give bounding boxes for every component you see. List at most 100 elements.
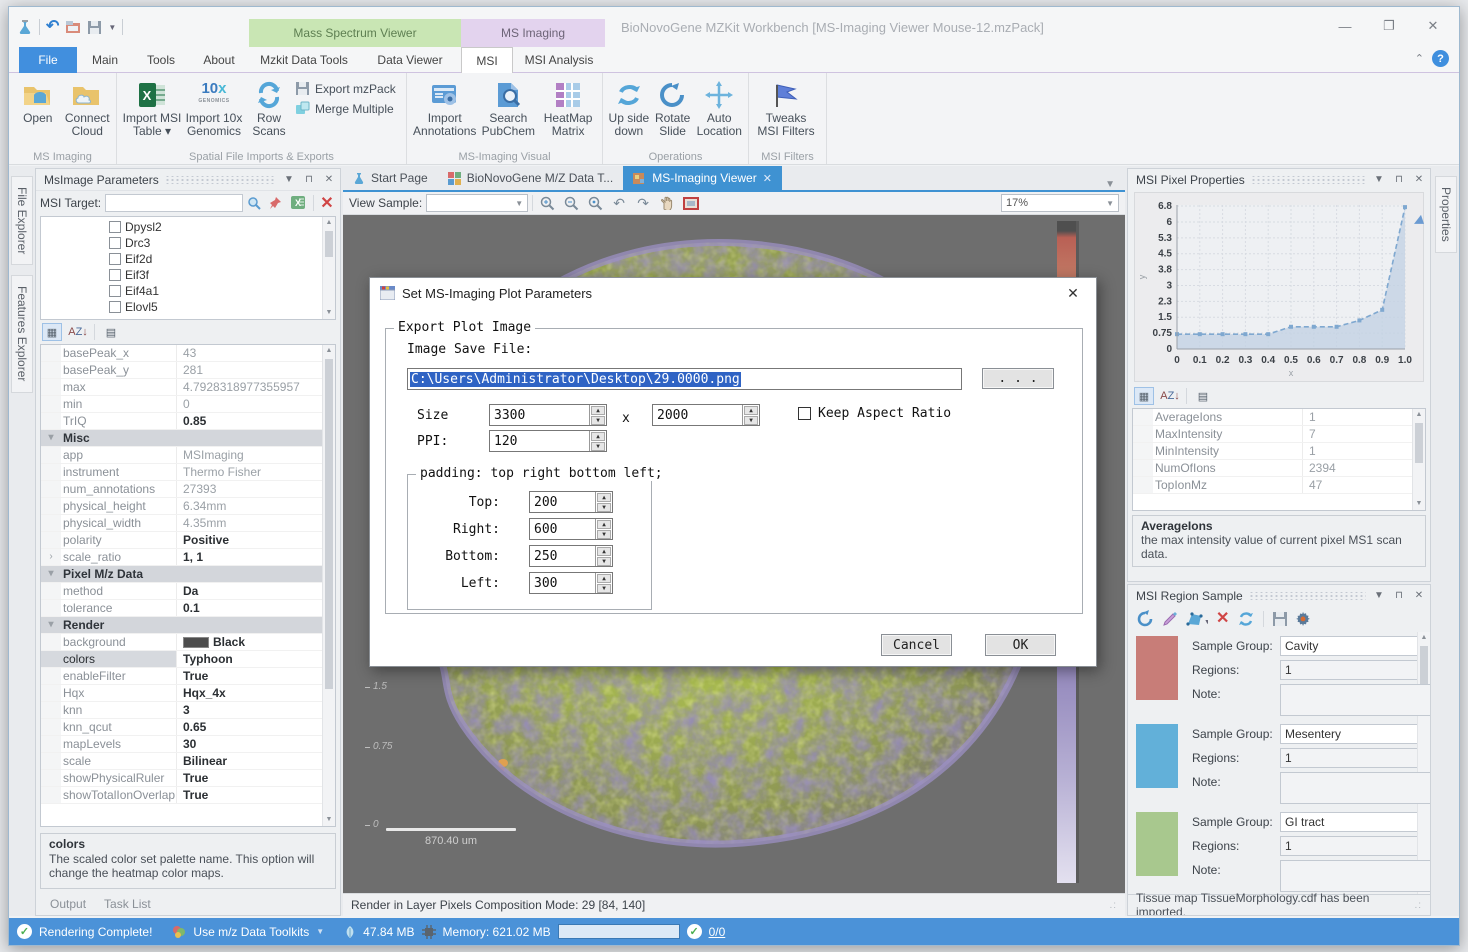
sample-group-input[interactable] — [1280, 724, 1430, 744]
property-row[interactable]: basePeak_y281 — [41, 362, 322, 379]
tab-list-dropdown-icon[interactable]: ▼ — [1095, 179, 1125, 190]
categorized-view-icon[interactable]: ▦ — [42, 323, 62, 341]
pad-top-spinner[interactable]: 200 ▲▼ — [529, 491, 613, 513]
property-row[interactable]: knn_qcut0.65 — [41, 719, 322, 736]
toolkit-label[interactable]: Use m/z Data Toolkits — [193, 925, 309, 939]
browse-button[interactable]: . . . — [982, 368, 1054, 389]
ok-button[interactable]: OK — [985, 634, 1056, 656]
property-row[interactable]: showPhysicalRulerTrue — [41, 770, 322, 787]
pin-icon[interactable]: ⊓ — [302, 174, 316, 185]
property-row[interactable]: polarityPositive — [41, 532, 322, 549]
property-row[interactable]: min0 — [41, 396, 322, 413]
collapse-ribbon-icon[interactable]: ⌃ — [1415, 52, 1424, 65]
redo-view-icon[interactable]: ↷ — [633, 194, 653, 212]
region-settings-gear-icon[interactable] — [1296, 611, 1312, 627]
open-button[interactable]: Open — [13, 75, 63, 125]
checkbox[interactable] — [109, 221, 121, 233]
sample-group-input[interactable] — [1280, 636, 1430, 656]
spin-down-icon[interactable]: ▼ — [597, 503, 611, 512]
clear-icon[interactable]: ✕ — [318, 193, 336, 213]
zoom-level-combo[interactable]: 17%▼ — [1001, 194, 1119, 212]
note-textarea[interactable]: ∧∨ — [1280, 772, 1430, 804]
property-category[interactable]: ▾Render — [41, 617, 322, 634]
checkbox[interactable] — [109, 253, 121, 265]
msi-target-input[interactable] — [105, 194, 243, 212]
zoom-out-icon[interactable] — [561, 194, 581, 212]
list-item[interactable]: Eif2d — [109, 251, 335, 267]
close-button[interactable]: ✕ — [1413, 13, 1453, 39]
property-row[interactable]: scaleBilinear — [41, 753, 322, 770]
help-button[interactable]: ? — [1432, 50, 1449, 67]
zoom-reset-icon[interactable] — [585, 194, 605, 212]
upside-down-button[interactable]: Up side down — [607, 75, 651, 138]
checkbox[interactable] — [109, 301, 121, 313]
property-row[interactable]: MinIntensity1 — [1133, 443, 1412, 460]
refresh-icon[interactable] — [1136, 610, 1154, 628]
spin-down-icon[interactable]: ▼ — [597, 530, 611, 539]
connect-cloud-button[interactable]: Connect Cloud — [63, 75, 113, 138]
checkbox[interactable] — [109, 269, 121, 281]
undo-icon[interactable]: ↶ — [46, 19, 59, 35]
tab-data-viewer[interactable]: Data Viewer — [359, 47, 461, 73]
close-panel-icon[interactable]: ✕ — [322, 174, 336, 185]
property-row[interactable]: tolerance0.1 — [41, 600, 322, 617]
import-annotations-button[interactable]: Import Annotations — [411, 75, 478, 138]
property-row[interactable]: max4.7928318977355957 — [41, 379, 322, 396]
resize-grip[interactable]: .: — [1109, 900, 1117, 911]
note-textarea[interactable]: ∧∨ — [1280, 860, 1430, 892]
spin-down-icon[interactable]: ▼ — [744, 416, 758, 425]
tab-tools[interactable]: Tools — [133, 47, 189, 73]
property-row[interactable]: TrIQ0.85 — [41, 413, 322, 430]
window-position-icon[interactable]: ▼ — [1372, 590, 1386, 601]
property-row[interactable]: knn3 — [41, 702, 322, 719]
region-color-swatch[interactable] — [1136, 812, 1178, 876]
search-icon[interactable] — [247, 196, 265, 210]
resize-grip[interactable]: .: — [1414, 900, 1422, 911]
property-row[interactable]: AverageIons1 — [1133, 409, 1412, 426]
pad-left-spinner[interactable]: 300 ▲▼ — [529, 572, 613, 594]
property-row[interactable]: num_annotations27393 — [41, 481, 322, 498]
property-row[interactable]: physical_height6.34mm — [41, 498, 322, 515]
pin-icon[interactable]: ⊓ — [1392, 174, 1406, 185]
save-icon[interactable] — [87, 20, 102, 35]
region-scrollbar[interactable]: ▲▼ — [1417, 632, 1430, 894]
dialog-close-icon[interactable]: ✕ — [1060, 285, 1086, 302]
checkbox[interactable] — [798, 407, 811, 420]
tasks-link[interactable]: 0/0 — [709, 925, 726, 939]
snapshot-icon[interactable] — [681, 194, 701, 212]
tab-main[interactable]: Main — [77, 47, 133, 73]
regions-input[interactable] — [1280, 660, 1430, 680]
size-width-spinner[interactable]: 3300 ▲▼ — [489, 404, 607, 426]
property-pages-icon[interactable]: ▤ — [101, 323, 121, 341]
property-row[interactable]: ›scale_ratio1, 1 — [41, 549, 322, 566]
sync-regions-icon[interactable] — [1237, 611, 1255, 627]
pad-right-spinner[interactable]: 600 ▲▼ — [529, 518, 613, 540]
list-item[interactable]: Eif3f — [109, 267, 335, 283]
tab-file[interactable]: File — [19, 47, 77, 73]
property-row[interactable]: instrumentThermo Fisher — [41, 464, 322, 481]
checkbox[interactable] — [109, 285, 121, 297]
regions-input[interactable] — [1280, 836, 1430, 856]
import-msi-table-button[interactable]: X Import MSI Table ▾ — [121, 75, 183, 138]
keep-aspect-ratio-checkbox[interactable]: Keep Aspect Ratio — [798, 406, 951, 421]
pan-hand-icon[interactable] — [657, 194, 677, 212]
property-row[interactable]: showTotalIonOverlapTrue — [41, 787, 322, 804]
window-position-icon[interactable]: ▼ — [1372, 174, 1386, 185]
search-pubchem-button[interactable]: Search PubChem — [478, 75, 538, 138]
property-row[interactable]: HqxHqx_4x — [41, 685, 322, 702]
heatmap-matrix-button[interactable]: HeatMap Matrix — [538, 75, 598, 138]
region-color-swatch[interactable] — [1136, 724, 1178, 788]
tab-mzkit-data-tools[interactable]: Mzkit Data Tools — [249, 47, 359, 73]
doc-tab-start-page[interactable]: Start Page — [343, 166, 438, 190]
maximize-button[interactable]: ❐ — [1369, 13, 1409, 39]
property-row[interactable]: colorsTyphoon — [41, 651, 322, 668]
image-save-file-input[interactable]: C:\Users\Administrator\Desktop\29.0000.p… — [407, 368, 962, 390]
cancel-button[interactable]: Cancel — [881, 634, 952, 656]
undo-view-icon[interactable]: ↶ — [609, 194, 629, 212]
spin-up-icon[interactable]: ▲ — [597, 574, 611, 583]
doc-tab-ms-imaging-viewer[interactable]: MS-Imaging Viewer ✕ — [623, 166, 782, 190]
tweaks-msi-filters-button[interactable]: Tweaks MSI Filters — [753, 75, 819, 138]
open-recent-icon[interactable] — [65, 20, 81, 34]
pad-bottom-spinner[interactable]: 250 ▲▼ — [529, 545, 613, 567]
spin-up-icon[interactable]: ▲ — [597, 520, 611, 529]
